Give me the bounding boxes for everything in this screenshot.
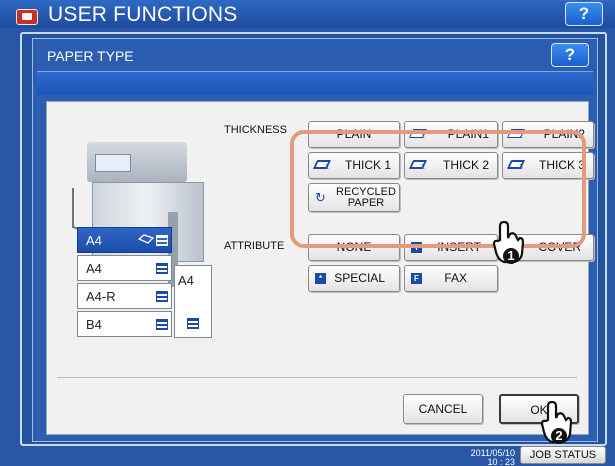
tray-icon	[156, 263, 168, 274]
dialog-help-button[interactable]: ?	[551, 43, 589, 67]
callout-1: 1	[507, 248, 515, 263]
status-time: 10 : 23	[487, 457, 515, 466]
callout-2: 2	[555, 428, 563, 443]
cancel-button[interactable]: CANCEL	[403, 394, 483, 424]
hand-pointer-icon: 2	[540, 400, 574, 448]
drawer-3-label: A4-R	[86, 289, 116, 304]
scanner-unit	[87, 142, 187, 182]
attribute-label: ATTRIBUTE	[224, 240, 285, 252]
fax-button-label: FAX	[444, 271, 467, 285]
drawer-2[interactable]: A4	[77, 255, 172, 281]
paper-sheet-icon	[138, 234, 154, 244]
lcf-label: A4	[178, 273, 194, 288]
tray-icon	[187, 318, 199, 329]
app-title: USER FUNCTIONS	[48, 3, 238, 26]
drawer-3[interactable]: A4-R	[77, 283, 172, 309]
status-clock: 2011/05/10 10 : 23	[455, 449, 515, 466]
large-capacity-feeder[interactable]: A4	[174, 265, 212, 338]
divider	[57, 377, 577, 378]
special-icon: *	[315, 273, 326, 284]
drawer-1-label: A4	[86, 233, 102, 248]
tray-icon	[156, 291, 168, 302]
drawer-4[interactable]: B4	[77, 311, 172, 337]
app-header: USER FUNCTIONS ?	[0, 0, 615, 28]
fax-button[interactable]: F FAX	[404, 265, 498, 292]
screen: USER FUNCTIONS ? PAPER TYPE ? A4 A4 A4-R…	[0, 0, 615, 466]
job-status-button[interactable]: JOB STATUS	[520, 446, 606, 464]
drawer-2-label: A4	[86, 261, 102, 276]
hand-pointer-icon: 1	[492, 220, 526, 268]
thickness-highlight	[290, 130, 586, 248]
tray-icon	[156, 235, 168, 246]
user-functions-icon	[16, 9, 38, 25]
drawer-4-label: B4	[86, 317, 102, 332]
app-help-button[interactable]: ?	[565, 2, 603, 26]
thickness-label: THICKNESS	[224, 124, 287, 136]
special-button-label: SPECIAL	[334, 271, 385, 285]
tray-icon	[156, 319, 168, 330]
control-panel-display	[95, 154, 131, 172]
dialog-info-bar	[37, 71, 593, 95]
drawer-1[interactable]: A4	[77, 227, 172, 253]
special-button[interactable]: * SPECIAL	[308, 265, 400, 292]
fax-icon: F	[411, 273, 422, 284]
dialog-title: PAPER TYPE	[47, 48, 134, 64]
